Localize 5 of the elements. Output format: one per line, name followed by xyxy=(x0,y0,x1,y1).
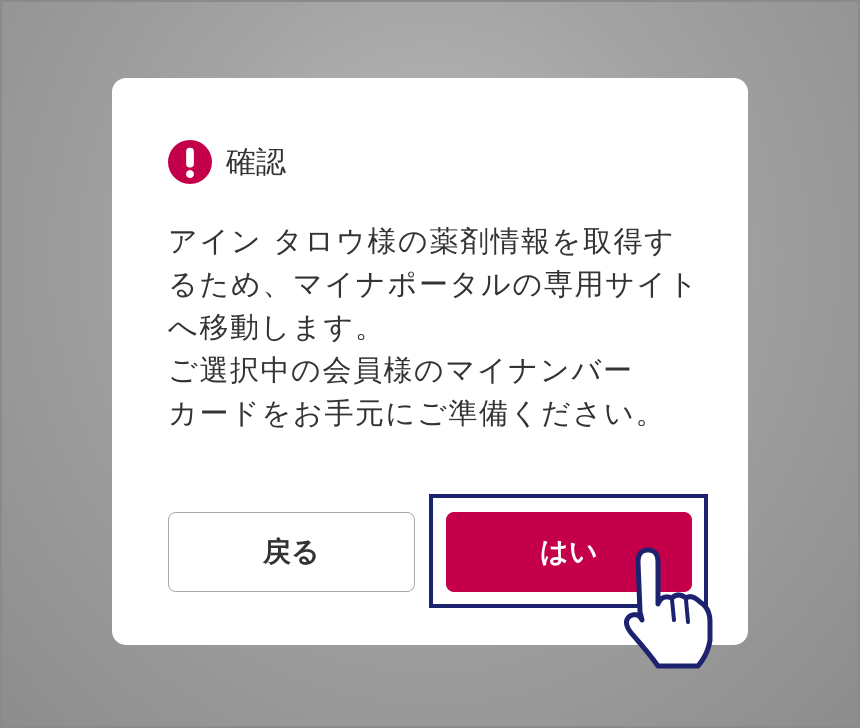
confirm-button[interactable]: はい xyxy=(446,512,692,592)
message-text: アイン タロウ様の薬剤情報を取得す るため、マイナポータルの専用サイト へ移動します。 xyxy=(168,223,692,346)
message-text: ご選択中の会員様のマイナンバー カードをお手元にご準備ください。 xyxy=(168,352,667,432)
back-button[interactable]: 戻る xyxy=(168,512,414,592)
dialog-title: 確認 xyxy=(226,144,286,182)
